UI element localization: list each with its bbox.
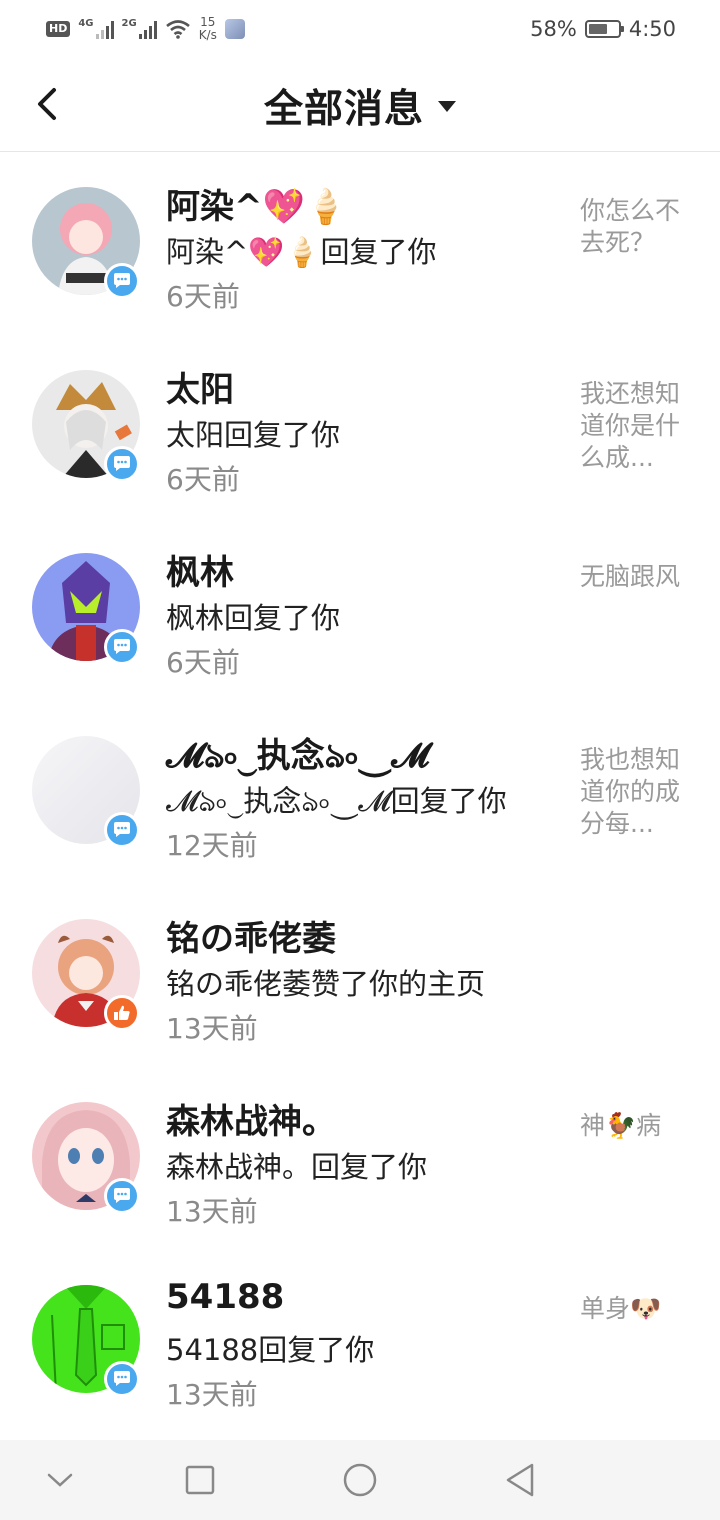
system-nav-bar [0,1440,720,1520]
page-title: 全部消息 [263,87,424,132]
home-button[interactable] [340,1460,380,1500]
sender-name: 太阳 [166,370,234,410]
comment-preview[interactable]: 无脑跟风 [580,561,690,593]
comment-preview[interactable]: 我还想知道你是什么成... [580,378,690,474]
timestamp: 13天前 [166,1012,258,1045]
timestamp: 6天前 [166,646,240,679]
clock: 4:50 [628,17,676,41]
message-item[interactable]: 森林战神。 森林战神。回复了你 13天前 神🐓病 [0,1068,720,1251]
status-bar: HD 4G 2G 15 K/s 58% 4:50 [0,0,720,56]
notification-app-icon [224,19,245,39]
message-item[interactable]: 54188 54188回复了你 13天前 单身🐶 [0,1251,720,1434]
recent-apps-button[interactable] [180,1460,220,1500]
title-dropdown[interactable]: 全部消息 [0,78,720,134]
reply-badge-icon [104,1361,140,1397]
action-text: 阿染^💖🍦回复了你 [166,235,437,269]
collapse-button[interactable] [40,1460,80,1500]
battery-icon [584,20,624,38]
collapse-icon [47,1473,73,1487]
reply-badge-icon [104,446,140,482]
message-item[interactable]: 阿染^💖🍦 阿染^💖🍦回复了你 6天前 你怎么不去死？ [0,153,720,336]
timestamp: 6天前 [166,280,240,313]
timestamp: 12天前 [166,829,258,862]
action-text: 𝓜ঌ৹⏝执念ঌ৹⏝𝓜回复了你 [166,784,507,818]
wifi-icon [165,20,190,39]
sender-name: 铭の乖佬萎 [166,919,336,959]
battery-percent: 58% [530,17,577,41]
network-speed: 15 K/s [198,15,217,42]
header: 全部消息 [0,56,720,152]
sender-name: 54188 [166,1277,285,1317]
action-text: 森林战神。回复了你 [166,1150,428,1184]
reply-badge-icon [104,263,140,299]
signal-4g-icon: 4G [78,19,114,39]
sender-name: 阿染^💖🍦 [166,187,348,227]
message-item[interactable]: 𝓜ঌ৹⏝执念ঌ৹⏝𝓜 𝓜ঌ৹⏝执念ঌ৹⏝𝓜回复了你 12天前 我也想知道你的成分… [0,702,720,885]
timestamp: 13天前 [166,1195,258,1228]
caret-down-icon [438,100,456,112]
sender-name: 枫林 [166,553,234,593]
action-text: 枫林回复了你 [166,601,341,635]
message-list: 阿染^💖🍦 阿染^💖🍦回复了你 6天前 你怎么不去死？ 太阳 太阳回复了你 6天… [0,153,720,1434]
comment-preview[interactable]: 我也想知道你的成分每... [580,744,690,840]
comment-preview[interactable]: 你怎么不去死？ [580,195,690,259]
message-item[interactable]: 枫林 枫林回复了你 6天前 无脑跟风 [0,519,720,702]
timestamp: 6天前 [166,463,240,496]
recent-apps-icon [185,1465,215,1495]
action-text: 铭の乖佬萎赞了你的主页 [166,967,486,1001]
message-item[interactable]: 太阳 太阳回复了你 6天前 我还想知道你是什么成... [0,336,720,519]
comment-preview[interactable]: 神🐓病 [580,1110,690,1142]
home-icon [343,1463,377,1497]
action-text: 太阳回复了你 [166,418,341,452]
reply-badge-icon [104,812,140,848]
action-text: 54188回复了你 [166,1333,375,1367]
like-badge-icon [104,995,140,1031]
reply-badge-icon [104,1178,140,1214]
sender-name: 森林战神。 [166,1102,336,1142]
back-icon [506,1463,534,1497]
signal-2g-icon: 2G [122,19,157,39]
hd-icon: HD [46,21,71,37]
message-item[interactable]: 铭の乖佬萎 铭の乖佬萎赞了你的主页 13天前 [0,885,720,1068]
reply-badge-icon [104,629,140,665]
system-back-button[interactable] [500,1460,540,1500]
comment-preview[interactable]: 单身🐶 [580,1293,690,1325]
timestamp: 13天前 [166,1378,258,1411]
